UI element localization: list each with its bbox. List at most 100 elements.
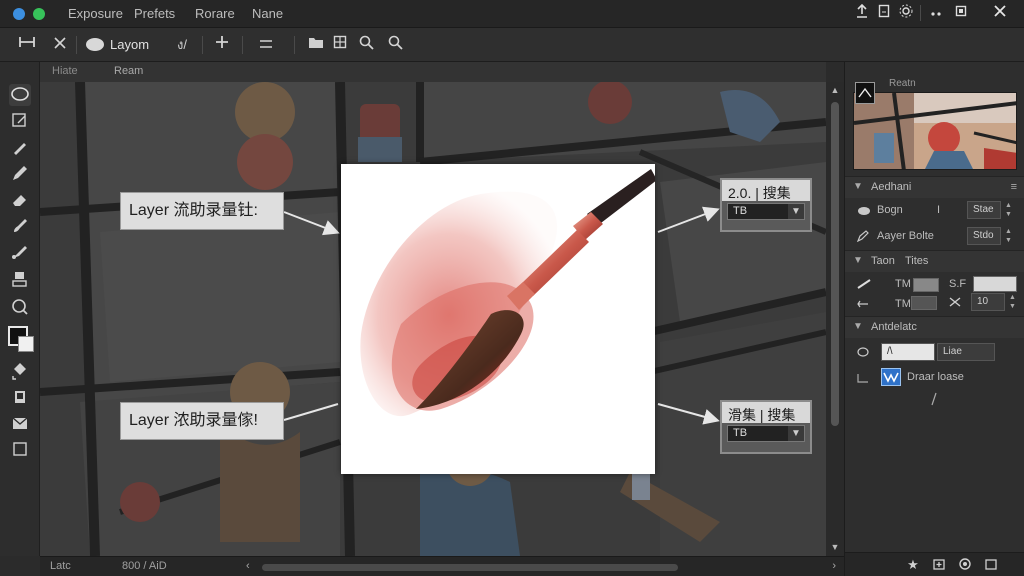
horizontal-scrollbar-thumb[interactable] [262, 564, 678, 571]
toolbar-separator [294, 36, 295, 54]
zoom-icon[interactable] [355, 35, 377, 55]
zoom-readout: 800 / AiD [122, 560, 167, 572]
artistic-row1-field1[interactable]: /\ [881, 343, 935, 361]
brush-tool-icon[interactable] [9, 214, 31, 236]
layer-selector[interactable]: Layom [84, 34, 158, 56]
brush-icon [857, 278, 871, 292]
smudge-tool-icon[interactable] [9, 240, 31, 262]
scroll-down-icon[interactable]: ▼ [829, 542, 841, 554]
close-icon[interactable] [990, 4, 1010, 22]
tab-hiate[interactable]: Hiate [52, 65, 78, 77]
field-top-right: 2.0. | 搜集 TB ▼ [720, 178, 812, 232]
eraser-tool-icon[interactable] [9, 188, 31, 210]
section-tools-title2: Tites [905, 255, 929, 267]
menu-prefets[interactable]: Prefets [134, 6, 175, 21]
folder-icon[interactable] [305, 35, 327, 55]
frame-tool-icon[interactable] [9, 438, 31, 460]
dodge-tool-icon[interactable] [9, 296, 31, 318]
tools-row2-slider[interactable] [911, 296, 937, 310]
tools-row2-tag: TM [895, 298, 911, 310]
lasso-tool-icon[interactable] [9, 84, 31, 106]
section-adjust-header[interactable]: ▼ Aedhani ≡ [845, 176, 1024, 198]
tools-row1-swatch[interactable] [973, 276, 1017, 292]
mask-icon[interactable] [957, 557, 973, 573]
stepper-icon[interactable]: ▲ ▼ [1009, 293, 1017, 311]
more-icon[interactable] [926, 4, 946, 22]
crop-tool-icon[interactable] [9, 110, 31, 132]
section-tools-header[interactable]: ▼ Taon Tites [845, 250, 1024, 272]
tab-ream[interactable]: Ream [114, 65, 143, 77]
duplicate-icon[interactable] [983, 557, 999, 573]
pencil-tool-icon[interactable] [9, 162, 31, 184]
scroll-up-icon[interactable]: ▲ [829, 85, 841, 97]
tools-row1-tag: TM [895, 278, 911, 290]
status-left: Latc [50, 560, 71, 572]
scrollbar-thumb[interactable] [831, 102, 839, 426]
new-layer-icon[interactable] [931, 557, 947, 573]
section-adjust-title: Aedhani [871, 181, 912, 193]
menu-bar: Exposure Prefets Rorare Nane [0, 0, 1024, 28]
section-artistic-header[interactable]: ▼ Antdelatc [845, 316, 1024, 338]
tools-row2-field[interactable]: 10 [971, 293, 1005, 311]
stepper-icon[interactable]: ▲ ▼ [1005, 227, 1013, 245]
search-icon[interactable] [384, 35, 406, 55]
stepper-icon[interactable]: ▲ ▼ [1005, 201, 1013, 219]
panel-icon[interactable] [329, 35, 351, 55]
status-bar: Latc 800 / AiD ‹ › [40, 556, 844, 576]
tools-row1-slider[interactable] [913, 278, 939, 292]
eye-icon[interactable] [857, 346, 869, 360]
restore-icon[interactable] [951, 4, 971, 22]
adjust-row2-label: Aayer Bolte [877, 230, 934, 242]
collapse-arrow-icon: ▼ [853, 321, 863, 332]
toolbar-separator [242, 36, 243, 54]
callout-bottom-left: Layer 浓助录量傢! [120, 402, 284, 440]
field-top-right-select[interactable]: TB ▼ [727, 203, 805, 220]
pen-tool-icon[interactable] [9, 136, 31, 158]
right-panel: Reatn ▼ Aedhani ≡ Bogn I Stae ▲ ▼ Aayer B… [844, 62, 1024, 576]
toolbar: Layom ง/ [0, 28, 1024, 62]
adjust-row1-field[interactable]: Stae [967, 201, 1001, 219]
mask-tool-icon[interactable] [9, 412, 31, 434]
crop-icon[interactable] [16, 35, 38, 55]
layer-dropdown[interactable]: ง/ [168, 35, 196, 55]
menu-exposure[interactable]: Exposure [68, 6, 123, 21]
stamp-tool-icon[interactable] [9, 268, 31, 290]
paint-brush-illustration [360, 169, 655, 417]
settings-icon[interactable] [896, 4, 916, 22]
close-icon[interactable] [49, 35, 71, 55]
width-icon [949, 296, 961, 311]
scroll-right-icon[interactable]: › [832, 560, 836, 572]
field-bottom-right-select[interactable]: TB ▼ [727, 425, 805, 442]
bucket-tool-icon[interactable] [9, 360, 31, 382]
menu-rorare[interactable]: Rorare [195, 6, 235, 21]
export-icon[interactable] [852, 3, 872, 22]
navigator-preview[interactable] [853, 92, 1017, 170]
horizontal-scrollbar[interactable]: ‹ › [240, 560, 836, 573]
artistic-row1-field2[interactable]: Liae [937, 343, 995, 361]
section-menu-icon[interactable]: ≡ [1011, 181, 1017, 193]
document-icon[interactable] [874, 4, 894, 22]
navigator-icon[interactable] [855, 82, 875, 104]
panel-bottom-bar: ★ [845, 552, 1024, 576]
menu-icon[interactable] [255, 35, 277, 55]
layer-tool-icon[interactable] [9, 386, 31, 408]
collapse-arrow-icon: ▼ [853, 181, 863, 192]
navigator-label: Reatn [889, 78, 916, 89]
window-close-dot[interactable] [13, 8, 25, 20]
canvas-area[interactable]: Layer 流助录量钍: Layer 浓助录量傢! 2.0. | 搜集 TB ▼… [40, 82, 826, 556]
vertical-scrollbar[interactable]: ▲ ▼ [826, 82, 844, 556]
star-icon[interactable]: ★ [905, 557, 921, 573]
add-icon[interactable] [211, 35, 233, 55]
adjust-row1-sep: I [937, 204, 941, 216]
field-bottom-right-value: TB [733, 427, 748, 439]
menu-nane[interactable]: Nane [252, 6, 283, 21]
scroll-left-icon[interactable]: ‹ [246, 560, 250, 572]
document-tabs: Hiate Ream [40, 62, 826, 82]
background-color-swatch[interactable] [18, 336, 34, 352]
window-zoom-dot[interactable] [33, 8, 45, 20]
chevron-down-icon: ▼ [788, 426, 804, 441]
window-separator [920, 5, 921, 21]
adjust-row2-field[interactable]: Stdo [967, 227, 1001, 245]
draar-layer-thumbnail[interactable] [881, 368, 901, 386]
field-top-right-value: TB [733, 205, 748, 217]
